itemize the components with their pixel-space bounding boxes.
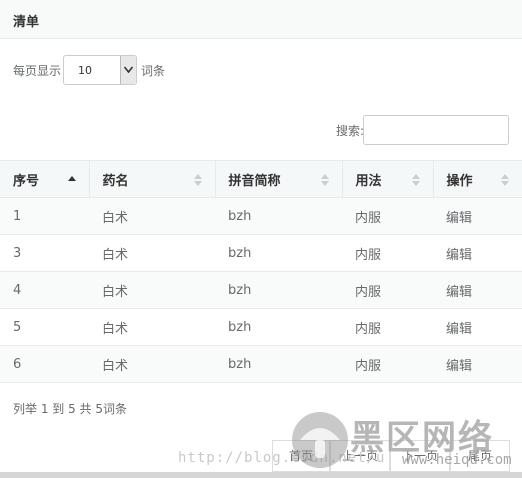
cell-id: 5 bbox=[0, 308, 89, 346]
column-header-name[interactable]: 药名 bbox=[89, 160, 216, 198]
horizontal-scrollbar[interactable] bbox=[0, 472, 522, 478]
column-header-usage[interactable]: 用法 bbox=[342, 160, 434, 198]
page-length-prefix: 每页显示 bbox=[13, 64, 62, 78]
cell-usage: 内服 bbox=[342, 197, 433, 235]
table-info: 列举 1 到 5 共 5词条 bbox=[13, 402, 127, 416]
edit-link[interactable]: 编辑 bbox=[433, 197, 522, 235]
table-row: 4 白术 bzh 内服 编辑 bbox=[0, 271, 522, 309]
cell-usage: 内服 bbox=[342, 345, 433, 383]
cell-name: 白术 bbox=[89, 234, 215, 272]
column-header-label: 操作 bbox=[446, 173, 473, 189]
column-header-label: 药名 bbox=[102, 173, 129, 189]
cell-id: 6 bbox=[0, 345, 89, 383]
table-row: 6 白术 bzh 内服 编辑 bbox=[0, 345, 522, 383]
cell-id: 3 bbox=[0, 234, 89, 272]
column-header-action[interactable]: 操作 bbox=[433, 160, 522, 198]
cell-id: 1 bbox=[0, 197, 89, 235]
column-header-label: 用法 bbox=[355, 173, 382, 189]
table-row: 1 白术 bzh 内服 编辑 bbox=[0, 197, 522, 235]
medicine-table: 序号 药名 拼音简称 用法 操作 1 白术 bzh 内服 编辑 3 白术 bzh… bbox=[0, 160, 522, 383]
cell-id: 4 bbox=[0, 271, 89, 309]
column-header-pinyin[interactable]: 拼音简称 bbox=[215, 160, 343, 198]
page-length-select[interactable]: 10 bbox=[63, 55, 137, 85]
sort-both-icon bbox=[500, 173, 510, 191]
page-length-suffix: 词条 bbox=[141, 64, 166, 78]
cell-name: 白术 bbox=[89, 345, 215, 383]
cell-pinyin: bzh bbox=[215, 197, 342, 235]
panel-header: 清单 bbox=[0, 0, 522, 39]
edit-link[interactable]: 编辑 bbox=[433, 234, 522, 272]
cell-name: 白术 bbox=[89, 197, 215, 235]
column-header-label: 序号 bbox=[13, 173, 40, 189]
chevron-down-icon bbox=[120, 56, 136, 84]
cell-name: 白术 bbox=[89, 308, 215, 346]
cell-pinyin: bzh bbox=[215, 345, 342, 383]
table-header-row: 序号 药名 拼音简称 用法 操作 bbox=[0, 160, 522, 198]
page-length-value: 10 bbox=[78, 64, 92, 77]
sort-both-icon bbox=[193, 173, 203, 191]
cell-usage: 内服 bbox=[342, 271, 433, 309]
watermark-site: www.heiqu.com bbox=[402, 452, 512, 468]
panel-title: 清单 bbox=[13, 15, 40, 30]
search-label: 搜索: bbox=[336, 124, 365, 138]
column-header-id[interactable]: 序号 bbox=[0, 160, 90, 198]
edit-link[interactable]: 编辑 bbox=[433, 345, 522, 383]
watermark-logo: 黑区网络 www.heiqu.com bbox=[290, 410, 512, 476]
edit-link[interactable]: 编辑 bbox=[433, 271, 522, 309]
cell-pinyin: bzh bbox=[215, 271, 342, 309]
cell-pinyin: bzh bbox=[215, 308, 342, 346]
sort-ascending-icon bbox=[67, 173, 77, 188]
cell-pinyin: bzh bbox=[215, 234, 342, 272]
column-header-label: 拼音简称 bbox=[228, 173, 281, 189]
table-row: 3 白术 bzh 内服 编辑 bbox=[0, 234, 522, 272]
table-row: 5 白术 bzh 内服 编辑 bbox=[0, 308, 522, 346]
cell-usage: 内服 bbox=[342, 308, 433, 346]
sort-both-icon bbox=[411, 173, 421, 191]
cell-usage: 内服 bbox=[342, 234, 433, 272]
cell-name: 白术 bbox=[89, 271, 215, 309]
sort-both-icon bbox=[320, 173, 330, 191]
edit-link[interactable]: 编辑 bbox=[433, 308, 522, 346]
mushroom-logo-icon bbox=[292, 412, 348, 468]
search-input[interactable] bbox=[363, 115, 509, 145]
